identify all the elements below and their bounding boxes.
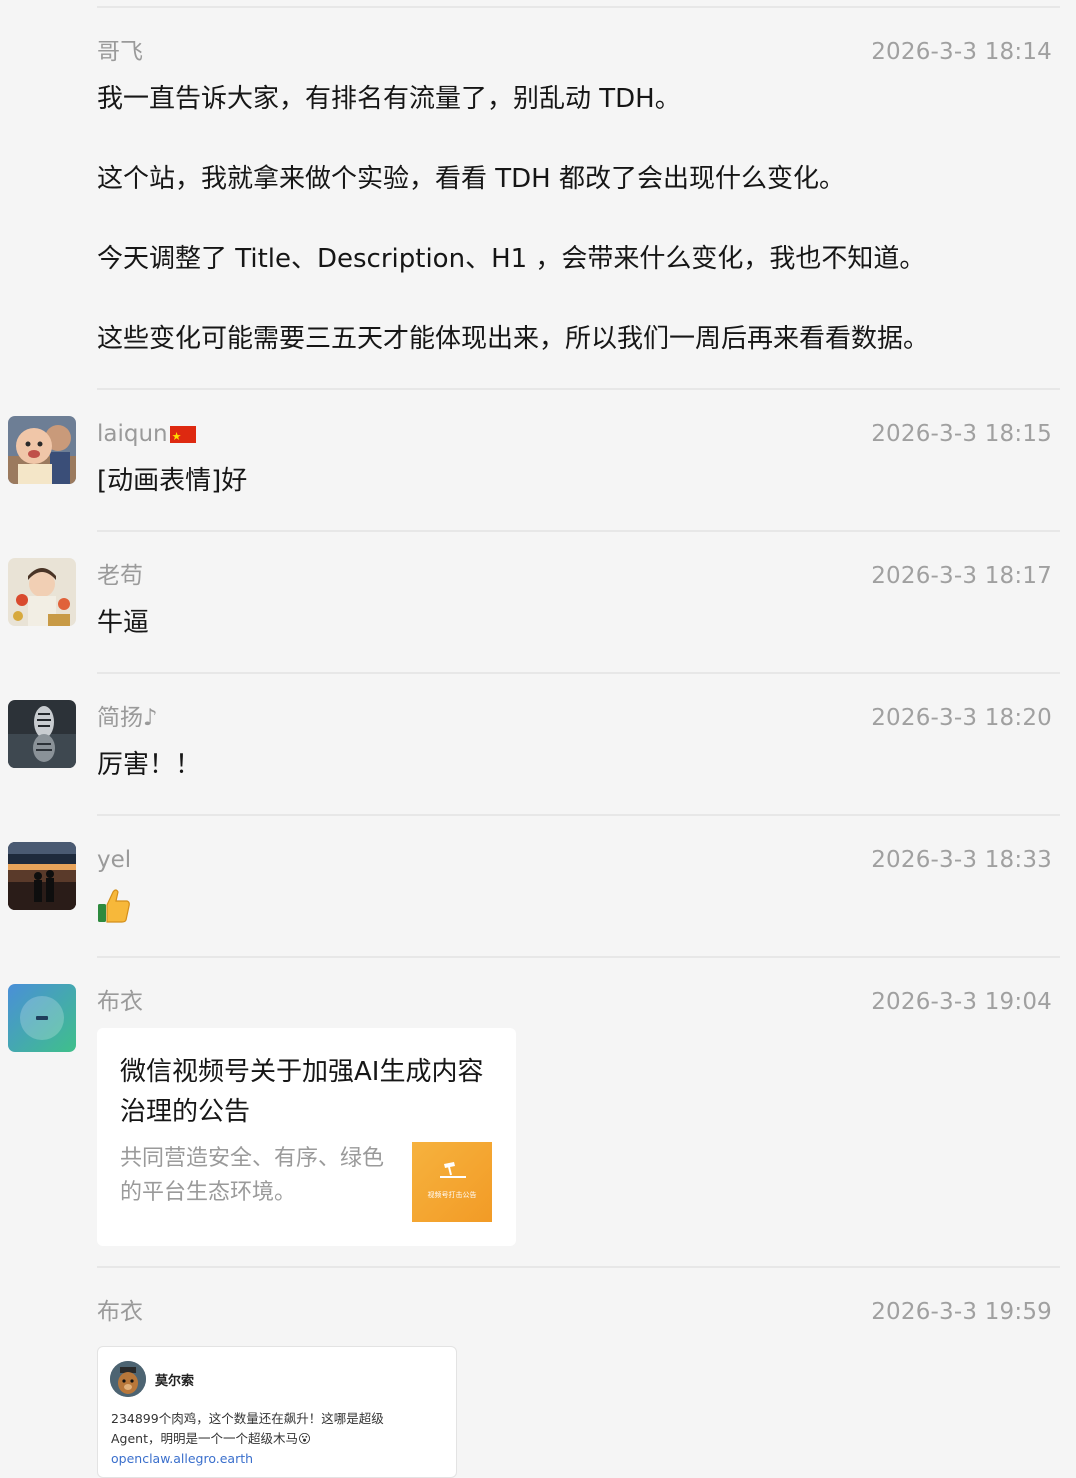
message-time: 2026-3-3 18:20	[871, 705, 1052, 731]
bear-avatar-icon	[110, 1361, 146, 1397]
link-card[interactable]: 微信视频号关于加强AI生成内容治理的公告 共同营造安全、有序、绿色的平台生态环境…	[97, 1028, 516, 1246]
sender-name: yel	[97, 847, 132, 873]
divider	[97, 6, 1060, 8]
sender-name: 布衣	[97, 1299, 143, 1325]
thumbs-up-icon	[98, 889, 130, 923]
divider	[97, 388, 1060, 390]
child-photo-icon	[8, 558, 76, 626]
message-time: 2026-3-3 19:04	[871, 989, 1052, 1015]
thumb-caption: 视频号打击公告	[427, 1191, 477, 1199]
tiger-reflection-photo-icon	[8, 700, 76, 768]
message-line: 这些变化可能需要三五天才能体现出来，所以我们一周后再来看看数据。	[97, 324, 930, 354]
message-line: 我一直告诉大家，有排名有流量了，别乱动 TDH。	[97, 84, 681, 114]
divider	[97, 814, 1060, 816]
avatar[interactable]	[8, 416, 76, 484]
message-time: 2026-3-3 18:15	[871, 421, 1052, 447]
avatar	[110, 1361, 146, 1397]
message-text: 牛逼	[97, 608, 150, 638]
message-time: 2026-3-3 19:59	[871, 1299, 1052, 1325]
card-description: 共同营造安全、有序、绿色的平台生态环境。	[120, 1146, 385, 1205]
avatar[interactable]	[8, 700, 76, 768]
message-line: 今天调整了 Title、Description、H1 ，会带来什么变化，我也不知…	[97, 244, 926, 274]
image-attachment[interactable]: 莫尔索 234899个肉鸡，这个数量还在飙升！这哪是超级 Agent，明明是一个…	[97, 1346, 457, 1478]
teal-gradient-avatar-icon	[8, 984, 76, 1052]
avatar[interactable]	[8, 558, 76, 626]
avatar[interactable]	[8, 984, 76, 1052]
couple-silhouette-photo-icon	[8, 842, 76, 910]
sender-name: 布衣	[97, 989, 143, 1015]
gavel-icon	[440, 1162, 466, 1178]
avatar[interactable]	[8, 842, 76, 910]
message-text: [动画表情]好	[97, 466, 248, 496]
card-thumbnail: 视频号打击公告	[412, 1142, 492, 1222]
baby-photo-icon	[8, 416, 76, 484]
card-title: 微信视频号关于加强AI生成内容治理的公告	[120, 1057, 484, 1127]
screenshot-link: openclaw.allegro.earth	[111, 1451, 254, 1466]
sender-name: 哥飞	[97, 39, 143, 65]
divider	[97, 1266, 1060, 1268]
divider	[97, 672, 1060, 674]
message-time: 2026-3-3 18:14	[871, 39, 1052, 65]
screenshot-text: 234899个肉鸡，这个数量还在飙升！这哪是超级 Agent，明明是一个一个超级…	[111, 1409, 446, 1469]
divider	[97, 530, 1060, 532]
divider	[97, 956, 1060, 958]
sender-name: 简扬♪	[97, 705, 158, 731]
china-flag-icon	[169, 423, 196, 451]
message-line: 这个站，我就拿来做个实验，看看 TDH 都改了会出现什么变化。	[97, 164, 845, 194]
screenshot-user-name: 莫尔索	[155, 1374, 195, 1389]
sender-name: laiqun	[97, 420, 196, 451]
sender-name: 老苟	[97, 563, 143, 589]
message-time: 2026-3-3 18:33	[871, 847, 1052, 873]
message-text: 厉害！！	[97, 750, 202, 780]
message-time: 2026-3-3 18:17	[871, 563, 1052, 589]
